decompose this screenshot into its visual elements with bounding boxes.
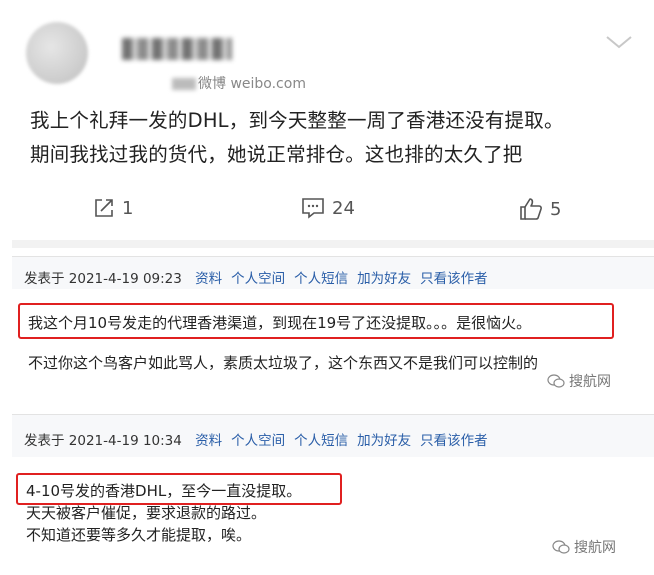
chevron-down-icon[interactable]	[604, 32, 634, 52]
reply-header: 发表于 2021-4-19 10:34 资料 个人空间 个人短信 加为好友 只看该作者	[24, 429, 488, 449]
posted-at: 发表于 2021-4-19 10:34	[24, 433, 182, 449]
post-source: 微博 weibo.com	[172, 73, 306, 93]
reply-line: 天天被客户催促，要求退款的路过。	[26, 504, 267, 522]
post-text: 我上个礼拜一发的DHL，到今天整整一周了香港还没有提取。 期间我找过我的货代，她…	[30, 104, 630, 172]
reply-header: 发表于 2021-4-19 09:23 资料 个人空间 个人短信 加为好友 只看该作者	[24, 267, 488, 287]
link-add-friend[interactable]: 加为好友	[357, 271, 411, 287]
divider	[12, 240, 654, 248]
comment-count: 24	[332, 197, 355, 219]
like-icon	[520, 198, 542, 220]
reply-line: 不过你这个鸟客户如此骂人，素质太垃圾了，这个东西又不是我们可以控制的	[28, 354, 539, 372]
forum-reply: 发表于 2021-4-19 10:34 资料 个人空间 个人短信 加为好友 只看该作者 …	[12, 414, 654, 575]
post-line-2: 期间我找过我的货代，她说正常排仓。这也排的太久了把	[30, 143, 523, 166]
weibo-post-card: 微博 weibo.com 我上个礼拜一发的DHL，到今天整整一周了香港还没有提取…	[0, 0, 654, 240]
like-count: 5	[550, 198, 562, 220]
link-only-this-author[interactable]: 只看该作者	[420, 271, 488, 287]
repost-count: 1	[122, 197, 134, 219]
reply-body: 我这个月10号发走的代理香港渠道，到现在19号了还没提取。。。是很恼火。 不过你…	[12, 289, 654, 407]
blurred-username[interactable]	[122, 38, 232, 60]
watermark: 搜航网	[552, 537, 616, 557]
link-personal-space[interactable]: 个人空间	[231, 271, 285, 287]
link-profile[interactable]: 资料	[195, 433, 222, 449]
link-private-message[interactable]: 个人短信	[294, 433, 348, 449]
posted-at: 发表于 2021-4-19 09:23	[24, 271, 182, 287]
highlighted-text: 4-10号发的香港DHL，至今一直没提取。	[26, 482, 302, 500]
avatar[interactable]	[26, 22, 88, 84]
wechat-icon	[552, 540, 570, 554]
comment-button[interactable]: 24	[300, 196, 355, 220]
link-private-message[interactable]: 个人短信	[294, 271, 348, 287]
wechat-icon	[547, 374, 565, 388]
link-personal-space[interactable]: 个人空间	[231, 433, 285, 449]
repost-icon	[95, 199, 113, 217]
forum-reply: 发表于 2021-4-19 09:23 资料 个人空间 个人短信 加为好友 只看该作者 …	[12, 256, 654, 407]
link-only-this-author[interactable]: 只看该作者	[420, 433, 488, 449]
watermark: 搜航网	[547, 371, 611, 391]
like-button[interactable]: 5	[518, 196, 561, 222]
post-line-1: 我上个礼拜一发的DHL，到今天整整一周了香港还没有提取。	[30, 109, 564, 132]
comment-icon	[302, 198, 324, 219]
link-profile[interactable]: 资料	[195, 271, 222, 287]
source-text: 微博 weibo.com	[198, 76, 306, 92]
link-add-friend[interactable]: 加为好友	[357, 433, 411, 449]
blurred-source-prefix	[172, 78, 196, 90]
post-actions: 1 24 5	[0, 196, 654, 226]
repost-button[interactable]: 1	[92, 196, 133, 220]
reply-body: 4-10号发的香港DHL，至今一直没提取。 天天被客户催促，要求退款的路过。 不…	[12, 457, 654, 575]
watermark-text: 搜航网	[574, 540, 616, 556]
watermark-text: 搜航网	[569, 374, 611, 390]
reply-line: 不知道还要等多久才能提取，唉。	[26, 526, 252, 544]
highlighted-text: 我这个月10号发走的代理香港渠道，到现在19号了还没提取。。。是很恼火。	[28, 314, 532, 332]
